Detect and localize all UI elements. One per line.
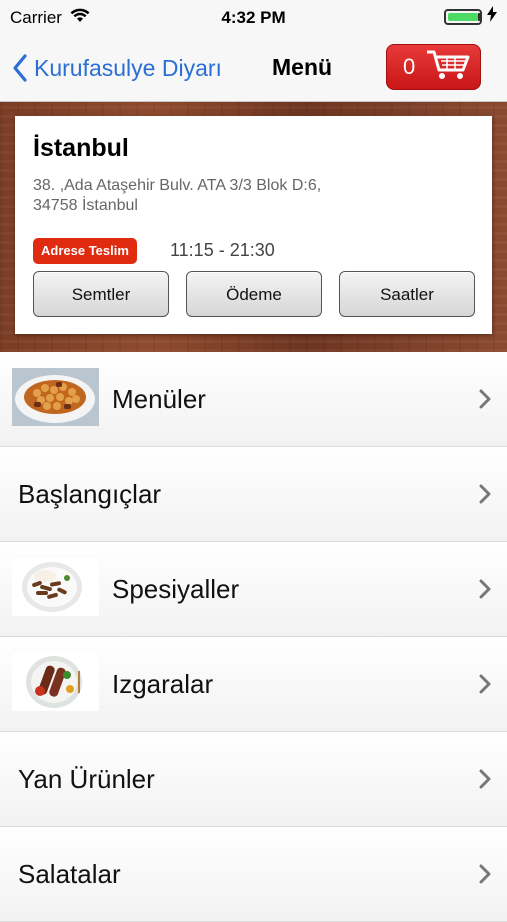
shopping-cart-icon: [425, 48, 471, 87]
chevron-right-icon: [479, 674, 491, 699]
restaurant-address: 38. ,Ada Ataşehir Bulv. ATA 3/3 Blok D:6…: [33, 176, 413, 216]
menu-item-menuler[interactable]: Menüler: [0, 352, 507, 447]
address-line-1: 38. ,Ada Ataşehir Bulv. ATA 3/3 Blok D:6…: [33, 177, 322, 194]
payment-button[interactable]: Ödeme: [186, 271, 322, 317]
chevron-left-icon: [13, 54, 27, 82]
back-button-label: Kurufasulye Diyarı: [34, 54, 222, 81]
menu-item-izgaralar[interactable]: Izgaralar: [0, 637, 507, 732]
chevron-right-icon: [479, 389, 491, 414]
menu-item-label: Spesiyaller: [112, 574, 240, 604]
menu-item-salatalar[interactable]: Salatalar: [0, 827, 507, 922]
menu-item-yan-urunler[interactable]: Yan Ürünler: [0, 732, 507, 827]
status-bar: Carrier 4:32 PM: [0, 0, 507, 36]
grill-plate-icon: [12, 653, 99, 711]
opening-hours: 11:15 - 21:30: [170, 240, 275, 260]
menu-category-list: Menüler Başlangıçlar Spesiyaller Izgaral…: [0, 352, 507, 922]
status-right: [444, 6, 497, 27]
chevron-right-icon: [479, 864, 491, 889]
menu-item-baslangiclar[interactable]: Başlangıçlar: [0, 447, 507, 542]
menu-item-spesiyaller[interactable]: Spesiyaller: [0, 542, 507, 637]
page-title: Menü: [272, 54, 333, 80]
restaurant-info-card: İstanbul 38. ,Ada Ataşehir Bulv. ATA 3/3…: [15, 116, 492, 334]
address-line-2: 34758 İstanbul: [33, 197, 138, 214]
special-plate-icon: [12, 558, 99, 616]
cart-button[interactable]: 0: [386, 44, 481, 90]
districts-button[interactable]: Semtler: [33, 271, 169, 317]
hours-button[interactable]: Saatler: [339, 271, 475, 317]
battery-icon: [444, 8, 482, 25]
charging-bolt-icon: [487, 6, 497, 27]
wood-background: İstanbul 38. ,Ada Ataşehir Bulv. ATA 3/3…: [0, 102, 507, 352]
cart-count: 0: [403, 54, 416, 79]
menu-item-label: Menüler: [112, 384, 206, 414]
menu-item-label: Izgaralar: [112, 669, 214, 699]
chevron-right-icon: [479, 579, 491, 604]
navigation-bar: Kurufasulye Diyarı Menü 0: [0, 36, 507, 102]
back-button[interactable]: Kurufasulye Diyarı: [12, 50, 222, 86]
chickpea-dish-icon: [12, 368, 99, 426]
chevron-right-icon: [479, 769, 491, 794]
delivery-badge: Adrese Teslim: [33, 238, 137, 264]
restaurant-city: İstanbul: [33, 134, 129, 162]
menu-item-label: Başlangıçlar: [18, 479, 162, 509]
menu-item-label: Yan Ürünler: [18, 764, 155, 794]
status-time: 4:32 PM: [221, 8, 286, 27]
chevron-right-icon: [479, 484, 491, 509]
menu-item-label: Salatalar: [18, 859, 121, 889]
